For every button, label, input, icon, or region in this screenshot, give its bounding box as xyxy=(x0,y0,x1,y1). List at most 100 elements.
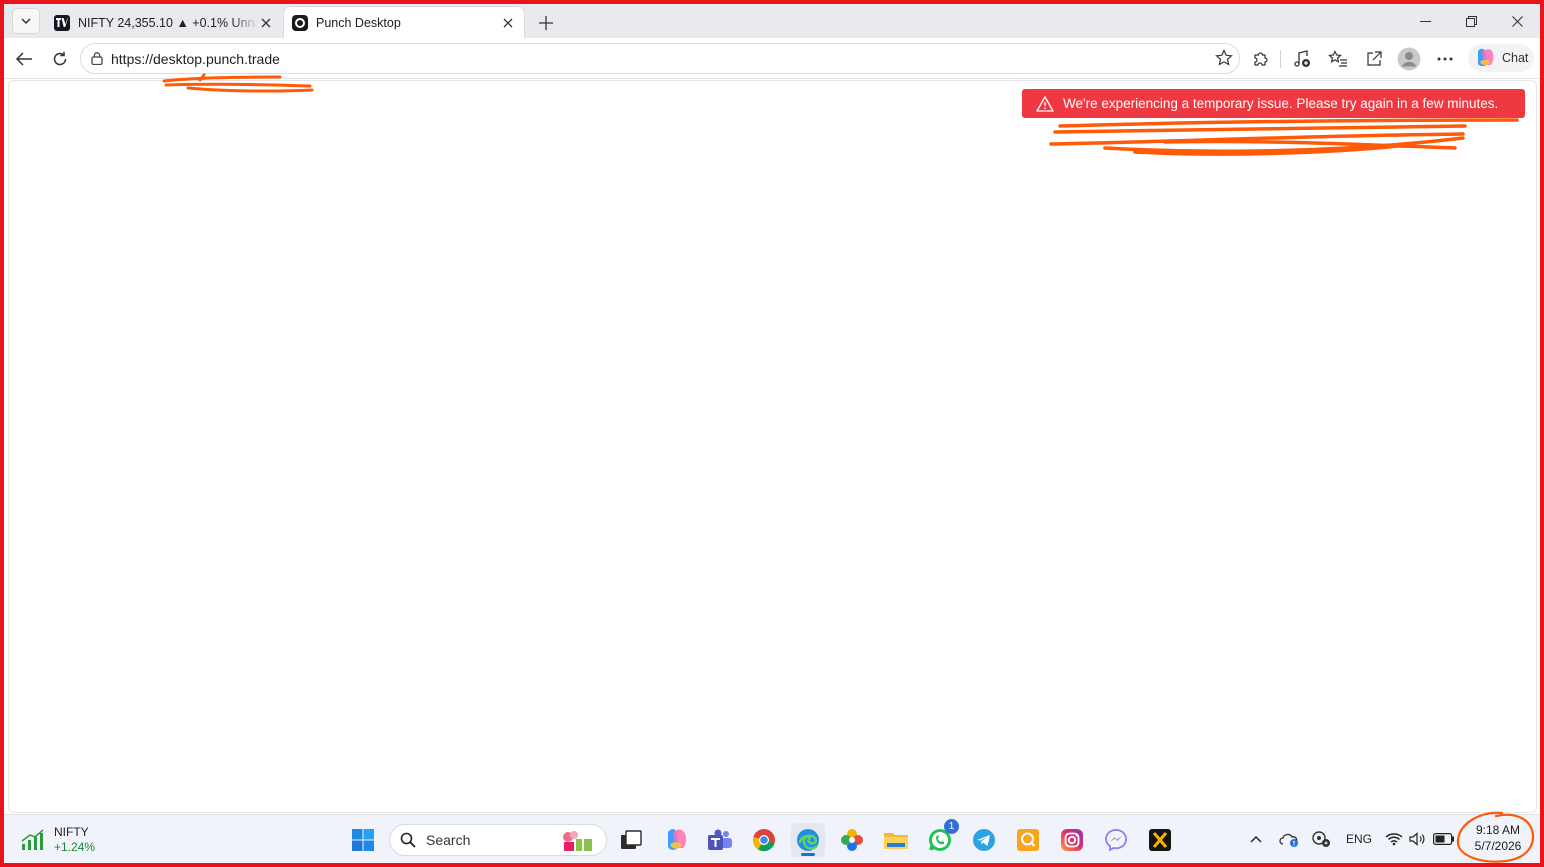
punch-icon xyxy=(292,14,308,31)
clock-time: 9:18 AM xyxy=(1475,823,1521,837)
tab-strip: NIFTY 24,355.10 ▲ +0.1% Unnamed Punch De… xyxy=(4,4,1540,38)
clock-date: 5/7/2026 xyxy=(1474,839,1522,853)
favorite-star-icon[interactable] xyxy=(1215,49,1233,72)
instagram-icon xyxy=(1061,829,1083,851)
security-tray[interactable] xyxy=(1308,827,1334,851)
copilot-icon xyxy=(1478,48,1494,67)
system-clock[interactable]: 9:18 AM 5/7/2026 xyxy=(1460,822,1536,854)
copilot-icon xyxy=(668,829,687,850)
widget-change: +1.24% xyxy=(54,840,96,854)
toast-message: We're experiencing a temporary issue. Pl… xyxy=(1063,96,1499,111)
exness-app[interactable] xyxy=(1143,823,1177,857)
stock-widget[interactable]: NIFTY +1.24% xyxy=(20,823,120,857)
cloud-icon xyxy=(1279,833,1298,847)
tab-punch-desktop[interactable]: Punch Desktop xyxy=(284,7,524,38)
taskbar: NIFTY +1.24% Search 1 ENG 9:18 AM 5/7/20… xyxy=(4,814,1540,863)
warning-triangle-icon xyxy=(1036,95,1054,112)
photos-app[interactable] xyxy=(835,823,869,857)
notification-badge: 1 xyxy=(944,819,959,834)
start-button[interactable] xyxy=(346,823,380,857)
widget-name: NIFTY xyxy=(54,825,89,839)
copilot-chat-button[interactable]: Chat xyxy=(1468,44,1534,72)
copilot-app[interactable] xyxy=(659,823,693,857)
search-label: Search xyxy=(426,832,471,848)
battery-icon xyxy=(1433,833,1454,845)
edge-app[interactable] xyxy=(791,823,825,857)
onedrive-tray[interactable] xyxy=(1276,827,1302,851)
restore-button[interactable] xyxy=(1448,6,1494,36)
speaker-icon xyxy=(1409,832,1425,846)
search-icon xyxy=(400,832,416,848)
more-menu-button[interactable] xyxy=(1431,45,1459,73)
avatar-icon xyxy=(1397,47,1421,71)
messenger-app[interactable] xyxy=(1099,823,1133,857)
music-add-icon xyxy=(1294,50,1310,67)
search-highlight-icon xyxy=(560,829,596,858)
task-view-icon xyxy=(621,830,642,849)
share-icon xyxy=(1367,51,1382,66)
photos-icon xyxy=(841,829,863,851)
edge-icon xyxy=(797,829,819,851)
tab-actions-menu-button[interactable] xyxy=(12,8,40,34)
whatsapp-app[interactable]: 1 xyxy=(923,819,959,857)
ellipsis-icon xyxy=(1437,57,1453,61)
chat-label: Chat xyxy=(1502,51,1529,65)
arrow-left-icon xyxy=(15,52,32,66)
chevron-down-icon xyxy=(21,18,31,25)
tab-title: Punch Desktop xyxy=(316,15,401,30)
folder-icon xyxy=(884,833,908,849)
volume-tray[interactable] xyxy=(1408,827,1428,851)
refresh-icon xyxy=(53,51,67,66)
puzzle-icon xyxy=(1254,52,1268,66)
close-tab-icon[interactable] xyxy=(258,15,274,31)
language-indicator[interactable]: ENG xyxy=(1342,827,1376,851)
telegram-icon xyxy=(973,829,995,851)
task-view-button[interactable] xyxy=(614,823,648,857)
media-button[interactable] xyxy=(1288,45,1316,73)
minimize-button[interactable] xyxy=(1402,6,1448,36)
instagram-app[interactable] xyxy=(1055,823,1089,857)
back-button[interactable] xyxy=(10,45,38,73)
close-window-button[interactable] xyxy=(1494,6,1540,36)
refresh-button[interactable] xyxy=(46,45,74,73)
browser-toolbar: https://desktop.punch.trade Chat xyxy=(4,38,1540,79)
telegram-app[interactable] xyxy=(967,823,1001,857)
tab-nifty[interactable]: NIFTY 24,355.10 ▲ +0.1% Unnamed xyxy=(46,7,282,38)
wifi-icon xyxy=(1385,833,1403,846)
windows-logo-icon xyxy=(352,829,374,851)
favorites-button[interactable] xyxy=(1324,45,1352,73)
profile-button[interactable] xyxy=(1395,45,1423,73)
settings-badge-icon xyxy=(1312,831,1330,847)
toolbar-separator xyxy=(1280,50,1281,68)
lock-icon xyxy=(91,52,103,65)
q-app-icon xyxy=(1017,829,1039,851)
messenger-icon xyxy=(1105,829,1127,852)
favorites-list-icon xyxy=(1328,50,1347,67)
quick-app[interactable] xyxy=(1011,823,1045,857)
x-app-icon xyxy=(1149,829,1171,851)
page-content: We're experiencing a temporary issue. Pl… xyxy=(8,80,1537,813)
chrome-icon xyxy=(752,829,775,852)
battery-tray[interactable] xyxy=(1432,827,1456,851)
chrome-app[interactable] xyxy=(747,823,781,857)
share-button[interactable] xyxy=(1360,45,1388,73)
teams-app[interactable] xyxy=(703,823,737,857)
plus-icon xyxy=(539,16,553,30)
close-icon xyxy=(1511,15,1523,27)
taskbar-search[interactable]: Search xyxy=(389,824,607,856)
chevron-up-icon xyxy=(1250,836,1262,843)
error-toast[interactable]: We're experiencing a temporary issue. Pl… xyxy=(1022,89,1525,118)
extensions-button[interactable] xyxy=(1247,45,1275,73)
url-text: https://desktop.punch.trade xyxy=(111,50,280,67)
close-tab-icon[interactable] xyxy=(500,15,516,31)
new-tab-button[interactable] xyxy=(532,10,560,36)
tab-title: NIFTY 24,355.10 ▲ +0.1% Unnamed xyxy=(78,15,258,30)
address-bar[interactable]: https://desktop.punch.trade xyxy=(80,43,1240,74)
minimize-icon xyxy=(1419,20,1431,22)
file-explorer-app[interactable] xyxy=(879,823,913,857)
wifi-tray[interactable] xyxy=(1384,827,1404,851)
restore-icon xyxy=(1465,15,1477,27)
bar-chart-up-icon xyxy=(21,829,44,850)
show-hidden-icons-button[interactable] xyxy=(1246,827,1266,851)
tradingview-icon xyxy=(54,14,70,31)
